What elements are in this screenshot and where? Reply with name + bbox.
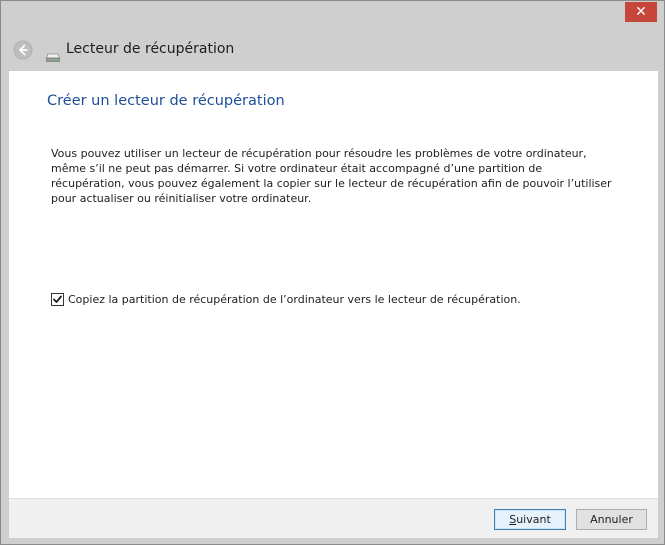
copy-partition-option[interactable]: Copiez la partition de récupération de l… [51,293,521,307]
close-icon: ✕ [635,4,647,20]
window-title: Lecteur de récupération [66,41,235,57]
navigation-bar: Lecteur de récupération [1,29,664,71]
cancel-button[interactable]: Annuler [576,509,647,530]
back-arrow-icon [13,40,33,60]
copy-partition-label[interactable]: Copiez la partition de récupération de l… [68,293,521,306]
description-line: même s’il ne peut pas démarrer. Si votre… [51,162,543,175]
description-line: pour actualiser ou réinitialiser votre o… [51,192,312,205]
checkmark-icon [53,295,62,303]
copy-partition-checkbox[interactable] [51,293,64,306]
drive-icon [45,47,61,62]
back-button[interactable] [13,40,33,60]
recovery-drive-window: ✕ Lecteur de récupération Créer un lecte… [0,0,665,545]
description-text: Vous pouvez utiliser un lecteur de récup… [51,146,612,206]
page-title: Créer un lecteur de récupération [47,93,285,109]
description-line: récupération, vous pouvez également la c… [51,177,612,190]
description-line: Vous pouvez utiliser un lecteur de récup… [51,147,587,160]
title-bar: ✕ [1,1,664,29]
wizard-content: Créer un lecteur de récupération Vous po… [9,71,658,498]
next-button[interactable]: Suivant [494,509,566,530]
wizard-footer: Suivant Annuler [9,498,658,538]
close-button[interactable]: ✕ [625,2,657,22]
